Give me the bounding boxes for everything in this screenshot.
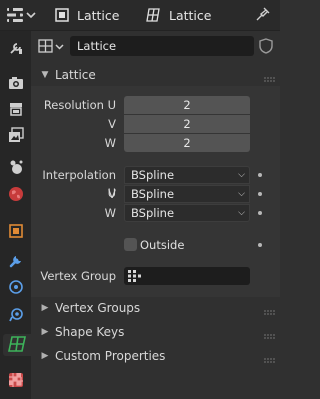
tab-render[interactable] — [3, 73, 29, 95]
context-data[interactable]: Lattice — [146, 7, 211, 23]
constraint-icon — [8, 307, 24, 326]
expanded-caret-icon: ▼ — [41, 70, 49, 80]
tab-output[interactable] — [3, 99, 29, 121]
lattice-data-tab-icon — [8, 335, 26, 355]
collapsed-caret-icon: ▶ — [41, 303, 49, 313]
vertex-group-label: Vertex Group — [40, 269, 116, 283]
chevron-down-icon — [55, 43, 64, 50]
keyframe-dot-icon[interactable] — [258, 173, 262, 177]
properties-tabs — [0, 31, 31, 399]
interpolation-w-label: W — [104, 206, 116, 220]
editor-type-dropdown[interactable] — [6, 5, 42, 25]
vertex-group-field[interactable] — [124, 267, 250, 285]
scene-icon — [8, 159, 24, 178]
interpolation-v-label: V — [108, 187, 116, 201]
outside-label: Outside — [140, 238, 185, 252]
lattice-data-icon — [146, 8, 161, 22]
shape-keys-panel-title: Shape Keys — [55, 325, 125, 339]
keyframe-dot-icon[interactable] — [258, 211, 262, 215]
context-data-name: Lattice — [169, 7, 212, 23]
vertex-group-icon — [128, 270, 142, 285]
resolution-w-field[interactable]: 2 — [124, 134, 250, 152]
properties-editor-icon — [6, 7, 24, 23]
vertex-groups-panel-title: Vertex Groups — [55, 301, 141, 315]
drag-grip-icon[interactable] — [264, 353, 276, 363]
chevron-down-icon: ⌵ — [238, 208, 245, 218]
tab-scene[interactable] — [3, 157, 29, 179]
context-object-name: Lattice — [77, 7, 120, 23]
world-icon — [8, 186, 24, 205]
drag-grip-icon[interactable] — [264, 72, 276, 82]
drag-grip-icon[interactable] — [264, 305, 276, 315]
tab-modifiers[interactable] — [3, 251, 29, 273]
tab-world[interactable] — [3, 184, 29, 206]
resolution-v-field[interactable]: 2 — [124, 115, 250, 133]
object-properties-icon — [8, 223, 24, 242]
lattice-panel-title: Lattice — [55, 68, 96, 82]
context-object[interactable]: Lattice — [55, 7, 119, 23]
drag-grip-icon[interactable] — [264, 329, 276, 339]
keyframe-dot-icon[interactable] — [258, 243, 262, 247]
keyframe-dot-icon[interactable] — [258, 192, 262, 196]
vertex-groups-panel-header[interactable]: ▶ Vertex Groups — [31, 297, 280, 319]
render-icon — [8, 75, 24, 94]
collapsed-caret-icon: ▶ — [41, 327, 49, 337]
tool-icon — [8, 40, 24, 59]
interpolation-u-value: BSpline — [131, 168, 175, 182]
properties-header: Lattice Lattice — [0, 0, 280, 31]
tab-lattice-data[interactable] — [3, 334, 31, 356]
view-layer-icon — [8, 126, 24, 146]
tab-tool[interactable] — [3, 38, 29, 60]
datablock-browse-button[interactable] — [38, 36, 68, 56]
interpolation-v-dropdown[interactable]: BSpline ⌵ — [124, 185, 250, 203]
resolution-v-label: V — [108, 117, 116, 131]
output-icon — [8, 101, 24, 120]
tab-object[interactable] — [3, 221, 29, 243]
resolution-u-label: Resolution U — [43, 98, 116, 112]
object-icon — [55, 8, 69, 22]
resolution-u-field[interactable]: 2 — [124, 96, 250, 114]
interpolation-v-value: BSpline — [131, 187, 175, 201]
datablock-name-field[interactable]: Lattice — [70, 36, 254, 56]
collapsed-caret-icon: ▶ — [41, 351, 49, 361]
interpolation-u-label: Interpolation U — [42, 168, 116, 200]
physics-icon — [8, 279, 24, 298]
chevron-down-icon: ⌵ — [238, 170, 245, 180]
datablock-selector: Lattice — [36, 35, 274, 57]
fake-user-shield-icon[interactable] — [257, 37, 275, 55]
lattice-panel-header[interactable]: ▼ Lattice — [31, 64, 280, 86]
interpolation-u-dropdown[interactable]: BSpline ⌵ — [124, 166, 250, 184]
chevron-down-icon: ⌵ — [238, 189, 245, 199]
tab-view-layer[interactable] — [3, 125, 29, 147]
interpolation-w-dropdown[interactable]: BSpline ⌵ — [124, 204, 250, 222]
pin-icon[interactable] — [255, 6, 271, 22]
chevron-down-icon — [26, 11, 36, 19]
texture-icon — [8, 372, 24, 391]
custom-properties-panel-title: Custom Properties — [55, 349, 166, 363]
resolution-w-label: W — [104, 136, 116, 150]
tab-texture[interactable] — [3, 370, 29, 392]
tab-constraints[interactable] — [3, 305, 29, 327]
outside-checkbox[interactable] — [124, 238, 137, 251]
lattice-browse-icon — [38, 39, 53, 53]
tab-physics[interactable] — [3, 277, 29, 299]
interpolation-w-value: BSpline — [131, 206, 175, 220]
wrench-icon — [8, 253, 24, 272]
custom-properties-panel-header[interactable]: ▶ Custom Properties — [31, 345, 280, 367]
shape-keys-panel-header[interactable]: ▶ Shape Keys — [31, 321, 280, 343]
